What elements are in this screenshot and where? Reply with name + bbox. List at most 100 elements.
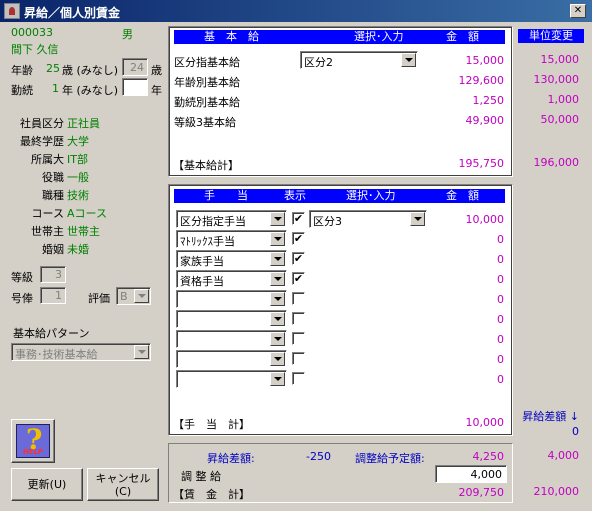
allowance-header-display: 表示 bbox=[284, 189, 306, 202]
deemed-tenure-input[interactable] bbox=[122, 78, 148, 96]
allowance-type-select[interactable] bbox=[176, 370, 287, 388]
summary-raise-diff: -250 bbox=[306, 450, 331, 463]
chevron-down-icon[interactable] bbox=[270, 312, 285, 326]
allowance-amount: 0 bbox=[497, 353, 504, 366]
summary-panel: 昇給差額: -250 調整給予定額: 4,250 調 整 給 4,000 【賃 … bbox=[168, 443, 513, 503]
base-pay-class-select[interactable]: 区分2 bbox=[300, 51, 418, 69]
unit-adjust-planned: 4,000 bbox=[547, 449, 580, 462]
field-label-course: コース bbox=[31, 207, 64, 220]
allowance-row: 0 bbox=[169, 330, 512, 350]
field-label-class: 社員区分 bbox=[20, 117, 64, 130]
pattern-select[interactable]: 事務･技術基本給 bbox=[11, 343, 151, 361]
chevron-down-icon[interactable] bbox=[270, 352, 285, 366]
field-value-department: IT部 bbox=[67, 153, 88, 166]
summary-adjust-label: 調 整 給 bbox=[181, 470, 221, 483]
field-label-position: 役職 bbox=[42, 171, 64, 184]
base-pay-total-label: 【基本給計】 bbox=[173, 159, 239, 172]
allowance-type-select[interactable] bbox=[176, 290, 287, 308]
base-pay-panel: 基 本 給 選択･入力 金 額 区分指基本給 区分2 15,000 年齢別基本給… bbox=[168, 26, 513, 177]
chevron-down-icon[interactable] bbox=[270, 232, 285, 246]
employee-name: 間下 久信 bbox=[11, 43, 59, 56]
allowance-total: 10,000 bbox=[465, 416, 505, 429]
field-label-education: 最終学歴 bbox=[20, 135, 64, 148]
step-input[interactable]: 1 bbox=[40, 287, 66, 304]
employee-field-labels: 社員区分 最終学歴 所属大 役職 職種 コース 世帯主 婚姻 bbox=[6, 115, 64, 259]
chevron-down-icon[interactable] bbox=[410, 212, 425, 226]
adjust-amount-input[interactable]: 4,000 bbox=[435, 465, 507, 483]
employee-field-values: 正社員 大学 IT部 一般 技術 Aコース 世帯主 未婚 bbox=[67, 115, 157, 259]
allowance-amount: 0 bbox=[497, 293, 504, 306]
base-pay-amount: 1,250 bbox=[472, 94, 505, 107]
summary-raise-diff-label: 昇給差額: bbox=[207, 452, 255, 465]
allowance-amount: 0 bbox=[497, 273, 504, 286]
update-button[interactable]: 更新(U) bbox=[11, 468, 83, 501]
chevron-down-icon[interactable] bbox=[270, 252, 285, 266]
summary-adjust-planned-label: 調整給予定額: bbox=[355, 452, 425, 465]
allowance-row: 資格手当 ✔ 0 bbox=[169, 270, 512, 290]
base-pay-total: 195,750 bbox=[458, 157, 505, 170]
chevron-down-icon[interactable] bbox=[270, 372, 285, 386]
deemed-age-input[interactable]: 24 bbox=[122, 58, 148, 76]
allowance-display-checkbox[interactable]: ✔ bbox=[292, 272, 305, 285]
chevron-down-icon[interactable] bbox=[270, 292, 285, 306]
chevron-down-icon[interactable] bbox=[134, 345, 149, 359]
deemed-age-unit: 歳 bbox=[151, 64, 162, 77]
cancel-button[interactable]: キャンセル (C) bbox=[87, 468, 159, 501]
allowance-option-select[interactable]: 区分3 bbox=[309, 210, 427, 228]
allowance-type-select[interactable]: ﾏﾄﾘｯｸｽ手当 bbox=[176, 230, 287, 248]
close-button[interactable]: ✕ bbox=[570, 4, 586, 18]
cancel-label: キャンセル bbox=[95, 472, 151, 485]
allowance-type-select[interactable]: 資格手当 bbox=[176, 270, 287, 288]
allowance-display-checkbox[interactable] bbox=[292, 292, 305, 305]
chevron-down-icon[interactable] bbox=[270, 272, 285, 286]
employee-gender: 男 bbox=[122, 28, 133, 41]
allowance-type-select[interactable]: 区分指定手当 bbox=[176, 210, 287, 228]
eval-label: 評価 bbox=[88, 292, 110, 305]
field-label-marital: 婚姻 bbox=[42, 243, 64, 256]
allowance-display-checkbox[interactable]: ✔ bbox=[292, 212, 305, 225]
grade-input[interactable]: 3 bbox=[40, 266, 66, 283]
unit-wage-total: 210,000 bbox=[533, 485, 580, 498]
app-icon bbox=[4, 3, 20, 19]
allowance-display-checkbox[interactable] bbox=[292, 372, 305, 385]
field-value-marital: 未婚 bbox=[67, 243, 89, 256]
allowance-display-checkbox[interactable] bbox=[292, 312, 305, 325]
allowance-row: ﾏﾄﾘｯｸｽ手当 ✔ 0 bbox=[169, 230, 512, 250]
unit-base-total: 196,000 bbox=[533, 156, 580, 169]
eval-select[interactable]: B bbox=[116, 287, 151, 305]
help-label: HELP bbox=[22, 448, 44, 456]
allowance-type-select[interactable]: 家族手当 bbox=[176, 250, 287, 268]
tenure-unit: 年 (みなし) bbox=[62, 84, 119, 97]
field-value-householder: 世帯主 bbox=[67, 225, 100, 238]
summary-wage-total: 209,750 bbox=[458, 486, 505, 499]
unit-change-header: 単位変更 bbox=[518, 29, 584, 43]
chevron-down-icon[interactable] bbox=[401, 53, 416, 67]
title-bar[interactable]: 昇給／個人別賃金 ✕ bbox=[0, 0, 592, 22]
field-label-job: 職種 bbox=[42, 189, 64, 202]
field-value-position: 一般 bbox=[67, 171, 89, 184]
allowance-amount: 0 bbox=[497, 253, 504, 266]
help-button[interactable]: ? HELP bbox=[11, 419, 55, 463]
allowance-amount: 0 bbox=[497, 373, 504, 386]
allowance-option-value: 区分3 bbox=[313, 215, 342, 228]
window-title: 昇給／個人別賃金 bbox=[24, 6, 121, 20]
allowance-row: 区分指定手当 ✔ 区分3 10,000 bbox=[169, 210, 512, 230]
allowance-type-select[interactable] bbox=[176, 310, 287, 328]
chevron-down-icon[interactable] bbox=[270, 332, 285, 346]
age-value: 25 bbox=[46, 62, 60, 75]
chevron-down-icon[interactable] bbox=[134, 289, 149, 303]
chevron-down-icon[interactable] bbox=[270, 212, 285, 226]
base-pay-amount: 49,900 bbox=[465, 114, 505, 127]
allowance-display-checkbox[interactable]: ✔ bbox=[292, 232, 305, 245]
allowance-row: 0 bbox=[169, 310, 512, 330]
allowance-display-checkbox[interactable] bbox=[292, 332, 305, 345]
allowance-type-select[interactable] bbox=[176, 350, 287, 368]
allowance-header-amount: 金 額 bbox=[446, 189, 479, 202]
raise-diff-side-value: 0 bbox=[572, 425, 579, 438]
allowance-display-checkbox[interactable]: ✔ bbox=[292, 252, 305, 265]
unit-amount: 130,000 bbox=[533, 73, 580, 86]
allowance-display-checkbox[interactable] bbox=[292, 352, 305, 365]
field-value-class: 正社員 bbox=[67, 117, 100, 130]
allowance-amount: 0 bbox=[497, 333, 504, 346]
allowance-type-select[interactable] bbox=[176, 330, 287, 348]
